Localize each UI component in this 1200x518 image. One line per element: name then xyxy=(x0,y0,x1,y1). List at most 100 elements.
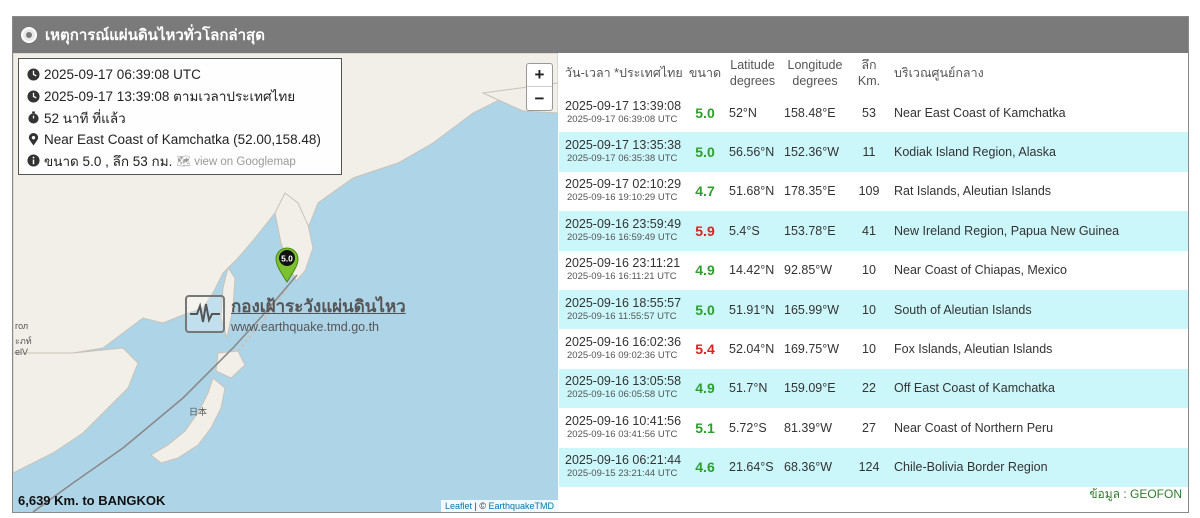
attribution-separator: | © xyxy=(471,501,489,511)
epicenter-marker[interactable]: 5.0 xyxy=(275,247,299,283)
zoom-control: + − xyxy=(526,63,553,111)
info-utc-time: 2025-09-17 06:39:08 UTC xyxy=(44,67,201,83)
widget-title: เหตุการณ์แผ่นดินไหวทั่วโลกล่าสุด xyxy=(45,27,265,44)
data-source: ข้อมูล : GEOFON xyxy=(1089,487,1182,501)
cell-datetime: 2025-09-17 13:39:08 2025-09-17 06:39:08 U… xyxy=(559,93,685,132)
cell-utc-time: 2025-09-16 11:55:57 UTC xyxy=(567,310,677,322)
cell-local-time: 2025-09-16 06:21:44 xyxy=(565,453,682,468)
earthquaketmd-link[interactable]: EarthquakeTMD xyxy=(488,501,554,511)
cell-local-time: 2025-09-16 13:05:58 xyxy=(565,374,682,389)
googlemap-link-text: view on Googlemap xyxy=(194,155,296,168)
cell-region: Near Coast of Northern Peru xyxy=(894,420,1054,435)
header-datetime: วัน-เวลา *ประเทศไทย xyxy=(565,66,683,80)
header-latitude-label: Latitude xyxy=(730,58,775,72)
cell-latitude: 5.4°S xyxy=(729,223,760,238)
cell-longitude: 152.36°W xyxy=(784,145,840,160)
seismograph-icon xyxy=(185,294,225,333)
cell-local-time: 2025-09-17 02:10:29 xyxy=(565,177,682,192)
tmd-watermark: กองเฝ้าระวังแผ่นดินไหว www.earthquake.tm… xyxy=(185,293,406,334)
cell-region: Chile-Bolivia Border Region xyxy=(894,460,1048,475)
zoom-out-button[interactable]: − xyxy=(527,87,552,110)
googlemap-link[interactable]: 🗺 view on Googlemap xyxy=(176,154,295,168)
cell-region: Rat Islands, Aleutian Islands xyxy=(894,184,1052,199)
cell-datetime: 2025-09-16 23:59:49 2025-09-16 16:59:49 U… xyxy=(559,211,685,250)
header-magnitude: ขนาด xyxy=(688,66,722,80)
table-row[interactable]: 2025-09-17 13:35:38 2025-09-17 06:35:38 U… xyxy=(559,132,1188,172)
cell-utc-time: 2025-09-16 03:41:56 UTC xyxy=(567,428,678,440)
cell-utc-time: 2025-09-16 09:02:36 UTC xyxy=(567,350,678,362)
table-row[interactable]: 2025-09-16 23:11:21 2025-09-16 16:11:21 U… xyxy=(559,250,1188,290)
map-label-edge-2: ะภท์ xyxy=(15,336,32,346)
cell-magnitude: 5.0 xyxy=(695,301,715,318)
table-row[interactable]: 2025-09-16 10:41:56 2025-09-16 03:41:56 U… xyxy=(559,408,1188,448)
cell-local-time: 2025-09-17 13:35:38 xyxy=(565,138,682,153)
table-body: 2025-09-17 13:39:08 2025-09-17 06:39:08 U… xyxy=(559,93,1188,487)
cell-datetime: 2025-09-16 13:05:58 2025-09-16 06:05:58 U… xyxy=(559,369,685,408)
cell-local-time: 2025-09-16 23:11:21 xyxy=(565,256,681,271)
table-row[interactable]: 2025-09-17 13:39:08 2025-09-17 06:39:08 U… xyxy=(559,93,1188,133)
info-elapsed: 52 นาที ที่แล้ว xyxy=(44,110,126,126)
table-row[interactable]: 2025-09-16 18:55:57 2025-09-16 11:55:57 U… xyxy=(559,289,1188,330)
cell-utc-time: 2025-09-16 16:59:49 UTC xyxy=(567,231,678,243)
cell-local-time: 2025-09-17 13:39:08 xyxy=(565,98,682,113)
header-depth: ลึก Km. xyxy=(850,53,888,93)
cell-longitude: 158.48°E xyxy=(784,105,836,120)
cell-magnitude: 4.9 xyxy=(695,262,715,279)
cell-depth: 11 xyxy=(862,145,876,160)
leaflet-link[interactable]: Leaflet xyxy=(445,501,472,511)
cell-magnitude: 5.1 xyxy=(695,419,715,436)
cell-datetime: 2025-09-17 13:35:38 2025-09-17 06:35:38 U… xyxy=(559,132,685,171)
title-bar: เหตุการณ์แผ่นดินไหวทั่วโลกล่าสุด xyxy=(13,17,1188,53)
event-info-box: 2025-09-17 06:39:08 UTC 2025-09-17 13:39… xyxy=(18,58,342,175)
table-row[interactable]: 2025-09-16 13:05:58 2025-09-16 06:05:58 U… xyxy=(559,368,1188,409)
cell-datetime: 2025-09-16 16:02:36 2025-09-16 09:02:36 U… xyxy=(559,329,685,368)
table-row[interactable]: 2025-09-16 06:21:44 2025-09-15 23:21:44 U… xyxy=(559,447,1188,487)
cell-latitude: 14.42°N xyxy=(729,263,775,278)
header-depth-label: ลึก xyxy=(861,58,877,72)
info-icon xyxy=(27,154,40,167)
cell-latitude: 51.91°N xyxy=(729,302,775,317)
cell-magnitude: 5.4 xyxy=(695,341,715,358)
cell-depth: 10 xyxy=(862,302,876,317)
earthquake-table: วัน-เวลา *ประเทศไทย ขนาด Latitude degrees… xyxy=(559,53,1188,487)
cell-longitude: 153.78°E xyxy=(784,223,836,238)
cell-latitude: 51.7°N xyxy=(729,381,768,396)
cell-longitude: 159.09°E xyxy=(784,381,836,396)
cell-datetime: 2025-09-16 10:41:56 2025-09-16 03:41:56 U… xyxy=(559,408,685,447)
map-icon: 🗺 xyxy=(176,155,191,168)
cell-region: Off East Coast of Kamchatka xyxy=(894,381,1055,396)
cell-local-time: 2025-09-16 10:41:56 xyxy=(565,413,682,428)
map-label-japan: 日本 xyxy=(189,407,208,417)
zoom-in-button[interactable]: + xyxy=(527,64,552,87)
cell-latitude: 52.04°N xyxy=(729,342,775,357)
cell-region: Kodiak Island Region, Alaska xyxy=(894,145,1056,160)
cell-region: Near Coast of Chiapas, Mexico xyxy=(894,263,1067,278)
watermark-title: กองเฝ้าระวังแผ่นดินไหว xyxy=(231,297,406,316)
cell-latitude: 21.64°S xyxy=(729,460,774,475)
marker-magnitude: 5.0 xyxy=(281,254,293,264)
cell-utc-time: 2025-09-17 06:39:08 UTC xyxy=(567,113,678,125)
cell-longitude: 178.35°E xyxy=(784,184,836,199)
cell-utc-time: 2025-09-17 06:35:38 UTC xyxy=(567,153,678,165)
cell-utc-time: 2025-09-16 16:11:21 UTC xyxy=(567,271,677,283)
table-row[interactable]: 2025-09-16 23:59:49 2025-09-16 16:59:49 U… xyxy=(559,211,1188,251)
cell-magnitude: 4.7 xyxy=(695,183,715,200)
earthquake-widget: เหตุการณ์แผ่นดินไหวทั่วโลกล่าสุด 日本 гол xyxy=(12,16,1189,513)
table-row[interactable]: 2025-09-16 16:02:36 2025-09-16 09:02:36 U… xyxy=(559,329,1188,369)
distance-to-bangkok: 6,639 Km. to BANGKOK xyxy=(18,493,166,508)
map-attribution: Leaflet | © EarthquakeTMD xyxy=(440,500,558,512)
cell-longitude: 169.75°W xyxy=(784,342,840,357)
cell-longitude: 81.39°W xyxy=(784,420,833,435)
header-latitude: Latitude degrees xyxy=(725,53,780,93)
cell-utc-time: 2025-09-16 19:10:29 UTC xyxy=(567,192,678,204)
cell-depth: 27 xyxy=(862,420,876,435)
cell-datetime: 2025-09-16 06:21:44 2025-09-15 23:21:44 U… xyxy=(559,448,685,487)
cell-utc-time: 2025-09-16 06:05:58 UTC xyxy=(567,389,678,401)
map-label-edge-3: elV xyxy=(15,347,29,357)
table-row[interactable]: 2025-09-17 02:10:29 2025-09-16 19:10:29 U… xyxy=(559,171,1188,212)
earthquake-map[interactable]: 日本 гол ะภท์ elV กองเฝ้าระวังแผ่นดินไหว w… xyxy=(13,53,558,512)
cell-local-time: 2025-09-16 16:02:36 xyxy=(565,335,682,350)
cell-depth: 109 xyxy=(858,184,880,199)
header-longitude-label: Longitude xyxy=(787,58,843,72)
cell-longitude: 165.99°W xyxy=(784,302,840,317)
